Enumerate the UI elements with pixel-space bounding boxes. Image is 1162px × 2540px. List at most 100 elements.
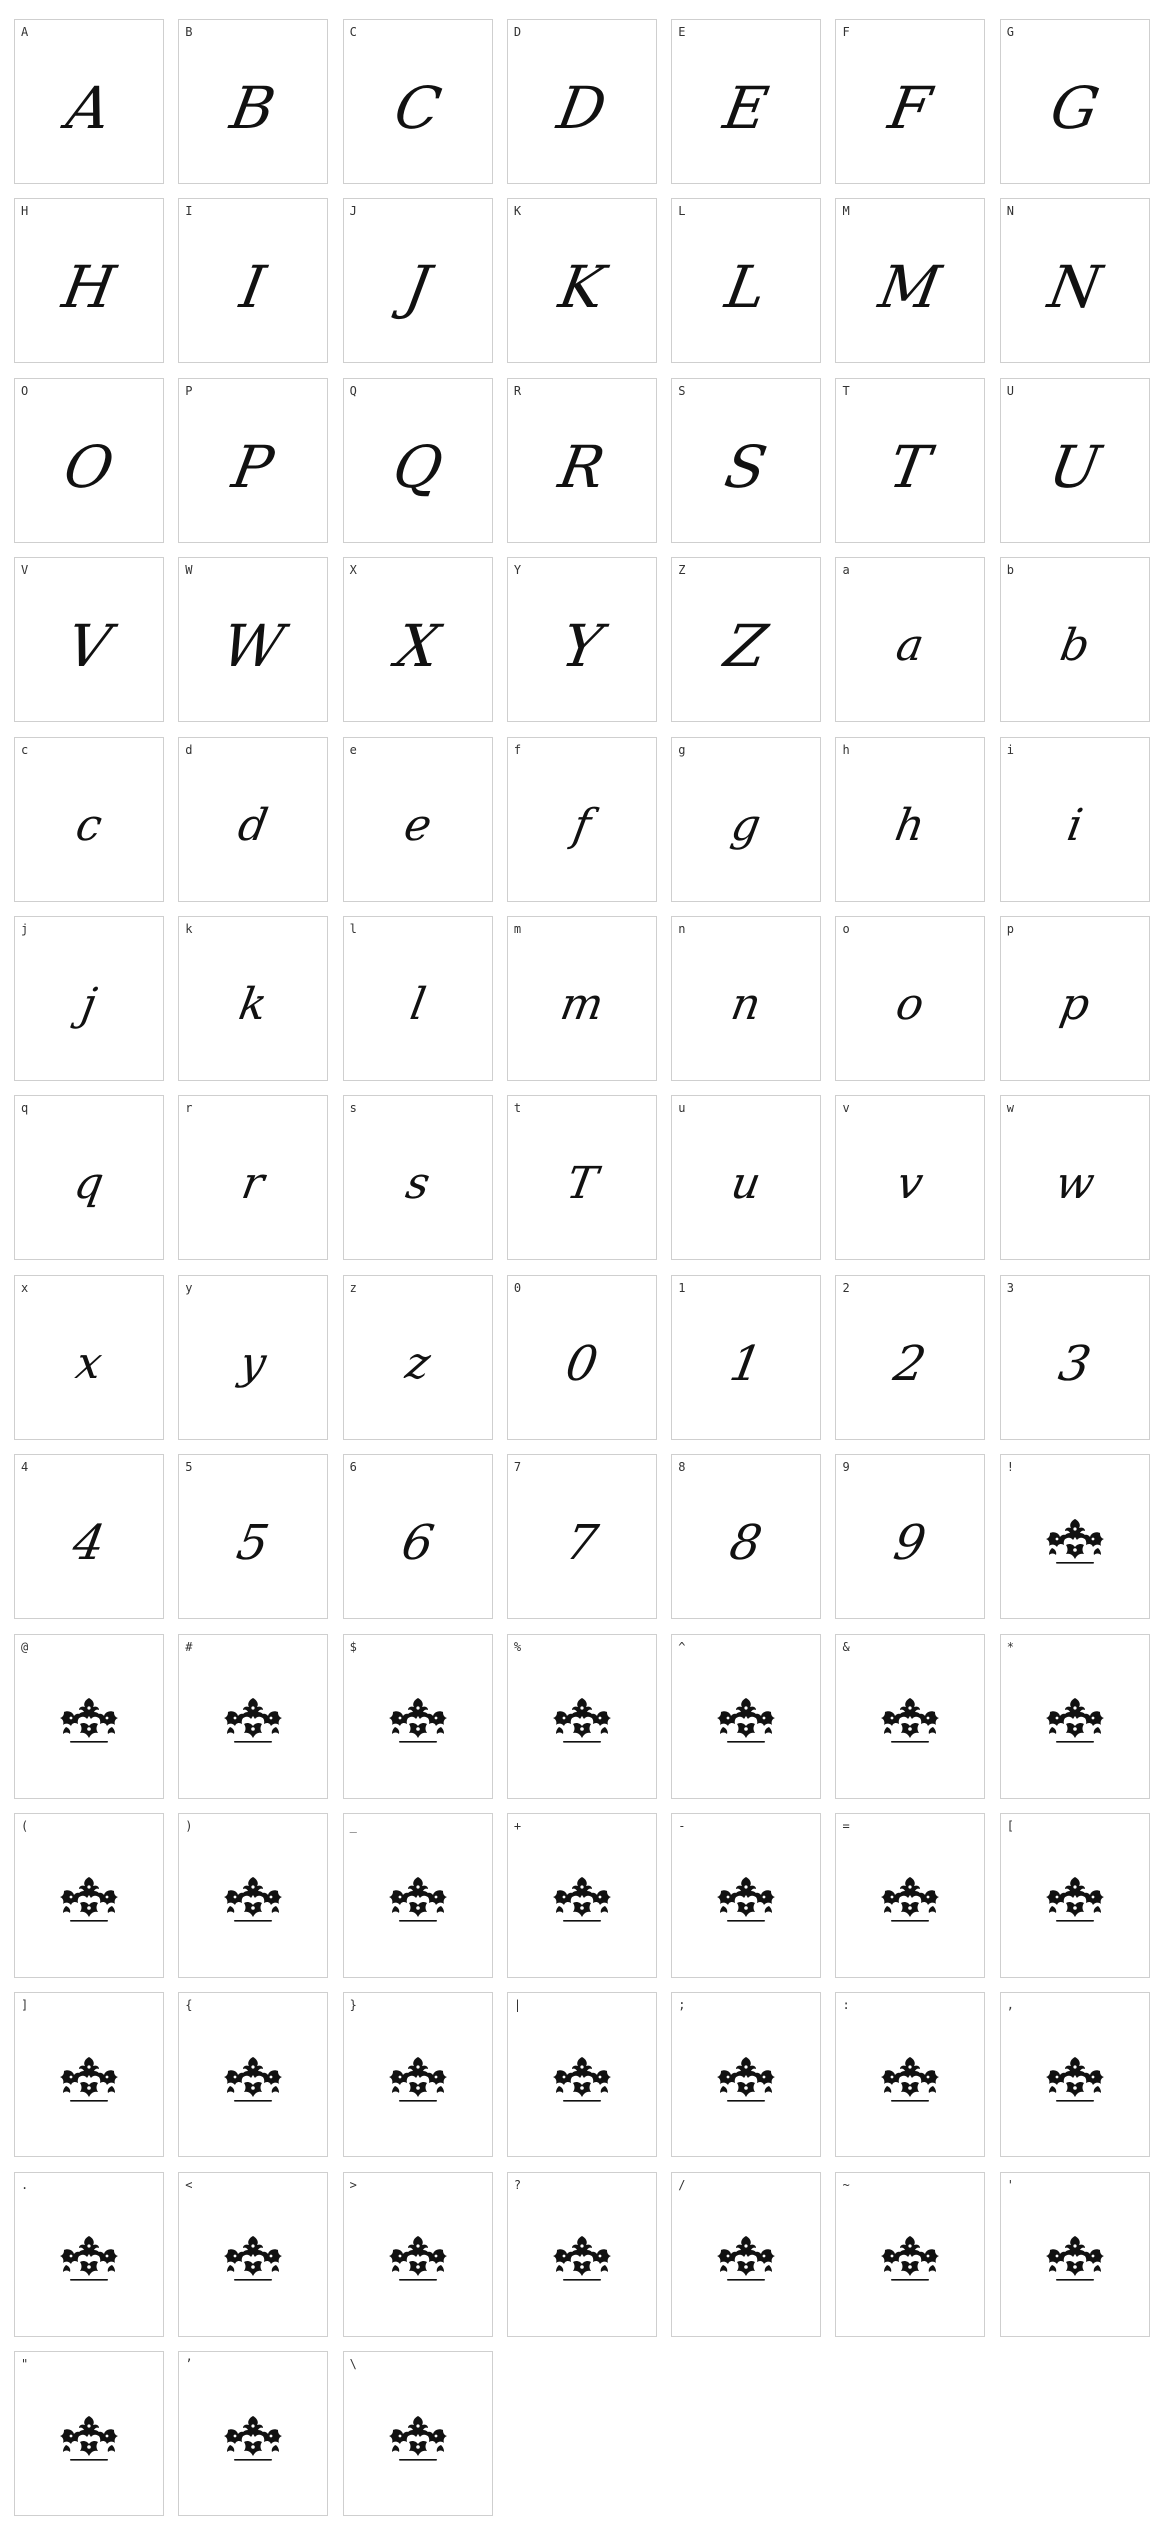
damask-ornament-icon (60, 2415, 118, 2461)
damask-ornament-icon (1045, 2236, 1104, 2281)
damask-ornament-icon (1045, 1518, 1104, 1564)
glyph-cell-label: " (21, 2357, 29, 2372)
glyph-cell-label: < (185, 2177, 193, 2192)
glyph-cell-label: B (185, 25, 193, 39)
glyph-cell-label: + (513, 1818, 522, 1833)
glyph-cell: } (342, 1992, 493, 2158)
glyph-cell-label: A (21, 25, 29, 39)
glyph-cell: QQ (342, 377, 493, 543)
glyph-cell-label: * (1006, 1639, 1015, 1654)
glyph-cell: PP (178, 377, 329, 543)
glyph-sample: F (884, 73, 937, 142)
glyph-cell: { (178, 1992, 329, 2158)
damask-ornament-icon (1045, 2056, 1104, 2102)
glyph-cell: KK (506, 198, 657, 364)
damask-ornament-icon (881, 1698, 940, 1743)
glyph-cell-label: ? (513, 2177, 522, 2192)
glyph-sample: x (72, 1337, 106, 1389)
glyph-cell: XX (342, 557, 493, 723)
glyph-cell-label: [ (1006, 1818, 1015, 1833)
glyph-cell: | (506, 1992, 657, 2158)
glyph-cell: ww (999, 1095, 1150, 1261)
glyph-cell: ^ (671, 1633, 822, 1799)
glyph-sample: S (720, 432, 773, 501)
glyph-cell: 88 (671, 1454, 822, 1620)
damask-ornament-icon (224, 2415, 283, 2461)
glyph-cell-label: J (349, 204, 357, 219)
glyph-cell: rr (178, 1095, 329, 1261)
glyph-cell: ZZ (671, 557, 822, 723)
glyph-cell-label: b (1006, 563, 1015, 578)
glyph-cell: 66 (342, 1454, 493, 1620)
glyph-sample: P (227, 432, 279, 501)
glyph-sample: T (562, 1158, 602, 1210)
glyph-cell: aa (835, 557, 986, 723)
glyph-cell-label: % (513, 1639, 522, 1654)
glyph-cell: mm (506, 915, 657, 1081)
glyph-sample: C (389, 73, 446, 142)
glyph-cell-label: O (21, 383, 29, 398)
glyph-cell: HH (14, 198, 164, 364)
damask-ornament-icon (388, 2236, 447, 2281)
glyph-cell-label: H (21, 204, 29, 219)
glyph-sample: 8 (725, 1514, 767, 1571)
damask-ornament-icon (717, 2236, 776, 2281)
glyph-cell: _ (342, 1812, 493, 1978)
glyph-cell-label: K (513, 204, 522, 219)
glyph-cell: 33 (999, 1274, 1150, 1440)
glyph-cell: ff (506, 736, 657, 902)
glyph-cell-label: x (21, 1280, 29, 1295)
glyph-cell: ll (342, 915, 493, 1081)
glyph-sample: L (720, 252, 772, 321)
glyph-cell-label: q (21, 1101, 29, 1116)
glyph-cell-label: u (678, 1101, 686, 1116)
glyph-sample: V (62, 611, 116, 680)
glyph-sample: 5 (233, 1514, 274, 1571)
glyph-cell: WW (178, 557, 329, 723)
glyph-cell-label: 7 (513, 1460, 522, 1475)
glyph-cell: kk (178, 915, 329, 1081)
glyph-cell: dd (178, 736, 329, 902)
glyph-cell: ee (342, 736, 493, 902)
glyph-cell-label: > (349, 2177, 357, 2192)
glyph-cell: RR (506, 377, 657, 543)
glyph-cell-label: V (21, 563, 29, 578)
glyph-cell: ’ (178, 2351, 329, 2517)
glyph-cell: qq (14, 1095, 164, 1261)
glyph-cell-label: = (842, 1818, 850, 1833)
glyph-cell-label: F (842, 25, 850, 39)
glyph-sample: 2 (890, 1335, 931, 1392)
damask-ornament-icon (1045, 1877, 1104, 1923)
glyph-cell: / (671, 2171, 822, 2337)
glyph-cell-label: k (185, 921, 193, 936)
glyph-sample: 0 (561, 1335, 603, 1392)
damask-ornament-icon (717, 2056, 776, 2102)
glyph-sample: Z (720, 611, 773, 680)
glyph-cell: GG (999, 19, 1150, 184)
glyph-cell: + (506, 1812, 657, 1978)
glyph-cell: 55 (178, 1454, 329, 1620)
glyph-sample: a (892, 620, 929, 672)
glyph-cell-label: C (349, 25, 357, 39)
glyph-cell-label: E (678, 25, 686, 39)
glyph-cell: pp (999, 915, 1150, 1081)
glyph-cell: # (178, 1633, 329, 1799)
glyph-cell: 22 (835, 1274, 986, 1440)
glyph-cell-label: \ (349, 2357, 357, 2372)
glyph-cell-label: - (678, 1818, 686, 1833)
damask-ornament-icon (60, 2236, 118, 2281)
glyph-cell-label: G (1006, 25, 1015, 39)
glyph-cell: \ (342, 2351, 493, 2517)
glyph-cell: JJ (342, 198, 493, 364)
glyph-cell: , (999, 1992, 1150, 2158)
damask-ornament-icon (224, 1877, 283, 1923)
glyph-cell-label: _ (349, 1818, 357, 1833)
glyph-grid: AABBCCDDEEFFGGHHIIJJKKLLMMNNOOPPQQRRSSTT… (14, 19, 1150, 2517)
glyph-cell-label: f (513, 742, 522, 757)
glyph-cell: yy (178, 1274, 329, 1440)
glyph-sample: 4 (68, 1514, 110, 1571)
glyph-cell-label: U (1006, 383, 1015, 398)
glyph-cell: - (671, 1812, 822, 1978)
glyph-cell: : (835, 1992, 986, 2158)
glyph-cell: hh (835, 736, 986, 902)
